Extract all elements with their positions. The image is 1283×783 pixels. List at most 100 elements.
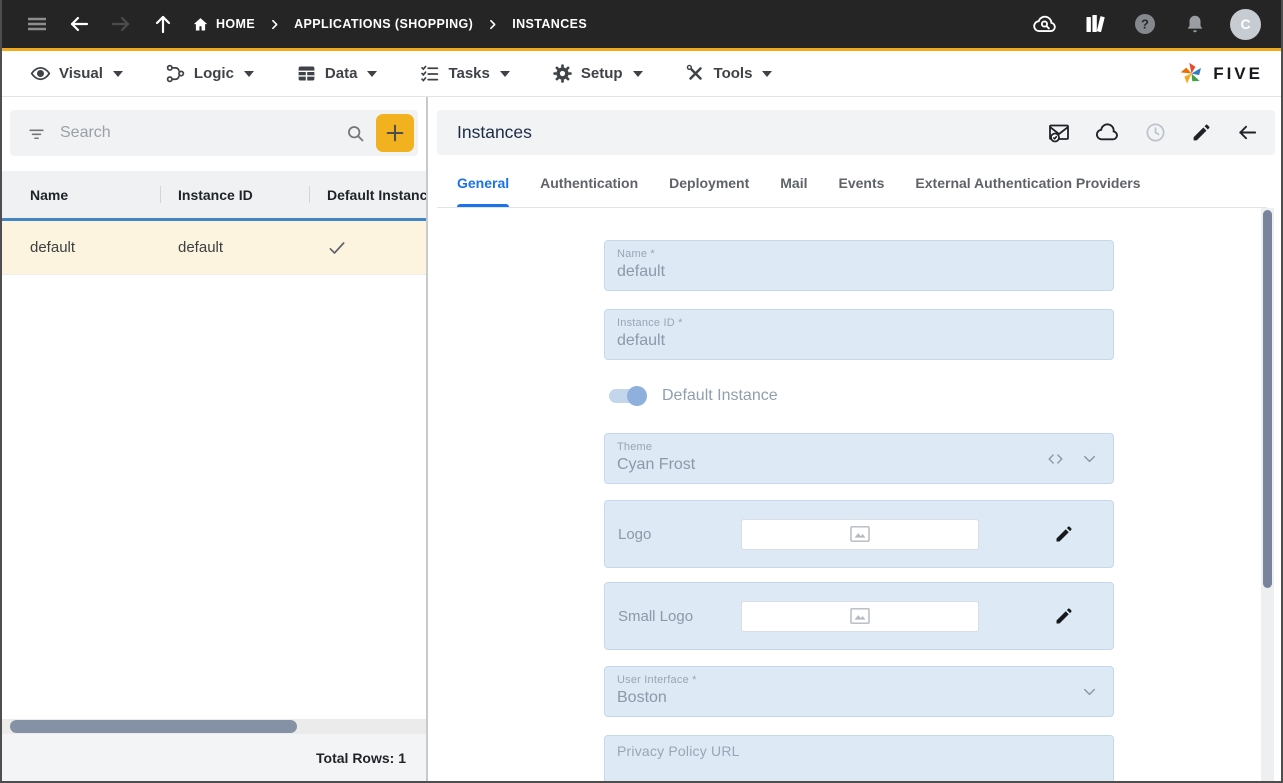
default-instance-toggle-row: Default Instance — [604, 383, 1114, 409]
tools-icon — [685, 63, 706, 84]
image-placeholder-icon — [849, 525, 871, 543]
toggle-knob — [627, 386, 647, 406]
search-bar — [10, 110, 418, 156]
menu-data[interactable]: Data — [296, 63, 378, 84]
instance-id-field[interactable]: Instance ID * default — [604, 309, 1114, 360]
search-input[interactable] — [60, 124, 345, 142]
edit-icon[interactable] — [1191, 122, 1212, 143]
menu-visual[interactable]: Visual — [30, 63, 123, 84]
vertical-scrollbar-thumb[interactable] — [1263, 210, 1272, 588]
theme-field[interactable]: Theme Cyan Frost — [604, 433, 1114, 484]
caret-down-icon — [367, 70, 378, 77]
tab-bar: General Authentication Deployment Mail E… — [437, 159, 1267, 208]
cloud-icon[interactable] — [1095, 120, 1120, 145]
search-icon[interactable] — [345, 123, 366, 144]
brand-wordmark: FIVE — [1213, 63, 1263, 83]
theme-field-label: Theme — [617, 441, 653, 453]
bell-icon[interactable] — [1180, 9, 1210, 39]
tab-events[interactable]: Events — [839, 159, 885, 207]
library-icon[interactable] — [1080, 9, 1110, 39]
caret-down-icon — [112, 70, 123, 77]
table-row[interactable]: default default — [2, 221, 426, 275]
vertical-scrollbar[interactable] — [1261, 208, 1274, 781]
code-icon[interactable] — [1046, 449, 1065, 468]
name-field-label: Name * — [617, 248, 655, 260]
small-logo-field: Small Logo — [604, 582, 1114, 650]
user-interface-field-value: Boston — [617, 689, 667, 706]
user-interface-field[interactable]: User Interface * Boston — [604, 666, 1114, 717]
caret-down-icon — [499, 70, 510, 77]
breadcrumb-applications[interactable]: APPLICATIONS (SHOPPING) — [294, 17, 473, 31]
menubar: Visual Logic Data Tasks Setup Tools FIVE — [2, 51, 1281, 97]
logo-edit-icon[interactable] — [1054, 524, 1074, 544]
menu-logic[interactable]: Logic — [165, 63, 254, 84]
menu-setup-label: Setup — [580, 65, 623, 82]
forward-icon[interactable] — [106, 9, 136, 39]
five-pinwheel-icon — [1178, 60, 1205, 87]
table-header: Name Instance ID Default Instance — [2, 171, 426, 221]
tab-mail[interactable]: Mail — [780, 159, 807, 207]
instance-id-field-value: default — [617, 332, 666, 349]
avatar[interactable]: C — [1230, 8, 1261, 40]
list-footer: Total Rows: 1 — [2, 734, 426, 781]
horizontal-scrollbar-thumb[interactable] — [10, 720, 297, 733]
arrow-left-icon[interactable] — [1236, 121, 1259, 144]
tab-authentication[interactable]: Authentication — [540, 159, 638, 207]
history-icon — [1144, 121, 1167, 144]
eye-icon — [30, 63, 51, 84]
cloud-search-icon[interactable] — [1030, 9, 1060, 39]
help-icon[interactable]: ? — [1130, 9, 1160, 39]
menu-data-label: Data — [324, 65, 358, 82]
detail-header: Instances — [437, 110, 1275, 155]
add-record-button[interactable] — [376, 114, 414, 152]
menu-tasks[interactable]: Tasks — [419, 63, 510, 84]
mail-check-icon[interactable] — [1047, 121, 1071, 145]
list-empty-area — [2, 275, 426, 719]
filter-icon[interactable] — [27, 124, 46, 143]
breadcrumb-home[interactable]: HOME — [192, 16, 255, 33]
default-instance-label: Default Instance — [662, 387, 778, 404]
up-icon[interactable] — [148, 9, 178, 39]
menu-tasks-label: Tasks — [448, 65, 490, 82]
detail-panel: Instances General Authentication Deploym… — [428, 97, 1281, 781]
topbar: HOME APPLICATIONS (SHOPPING) INSTANCES ?… — [2, 0, 1281, 51]
user-interface-field-label: User Interface * — [617, 674, 697, 686]
checkmark-icon — [309, 238, 426, 258]
logo-upload-box[interactable] — [741, 518, 979, 550]
menu-logic-label: Logic — [193, 65, 234, 82]
content-area: Name Instance ID Default Instance defaul… — [2, 97, 1281, 781]
menu-tools-label: Tools — [713, 65, 753, 82]
table-icon — [296, 63, 317, 84]
back-icon[interactable] — [64, 9, 94, 39]
name-field-value: default — [617, 263, 666, 280]
menu-tools[interactable]: Tools — [685, 63, 773, 84]
checklist-icon — [419, 63, 440, 84]
hamburger-icon[interactable] — [22, 9, 52, 39]
instance-id-field-label: Instance ID * — [617, 317, 683, 329]
default-instance-toggle[interactable] — [609, 386, 647, 406]
chevron-down-icon[interactable] — [1080, 449, 1099, 468]
tab-general[interactable]: General — [457, 159, 510, 207]
tab-deployment[interactable]: Deployment — [669, 159, 749, 207]
privacy-policy-url-label: Privacy Policy URL — [617, 743, 740, 759]
horizontal-scrollbar[interactable] — [2, 719, 426, 734]
chevron-right-icon — [486, 18, 499, 31]
tab-external-auth-providers[interactable]: External Authentication Providers — [915, 159, 1140, 207]
caret-down-icon — [243, 70, 254, 77]
brand-logo: FIVE — [1178, 60, 1263, 87]
chevron-down-icon[interactable] — [1080, 682, 1099, 701]
page-title: Instances — [457, 122, 532, 142]
menu-setup[interactable]: Setup — [552, 63, 643, 84]
logo-field: Logo — [604, 500, 1114, 568]
name-field[interactable]: Name * default — [604, 240, 1114, 291]
breadcrumb-instances[interactable]: INSTANCES — [512, 17, 587, 31]
total-rows-label: Total Rows: 1 — [316, 749, 406, 766]
small-logo-upload-box[interactable] — [741, 600, 979, 632]
privacy-policy-url-field[interactable]: Privacy Policy URL — [604, 735, 1114, 781]
home-icon — [192, 16, 209, 33]
small-logo-edit-icon[interactable] — [1054, 606, 1074, 626]
column-header-name[interactable]: Name — [2, 171, 160, 218]
column-header-default-instance[interactable]: Default Instance — [309, 171, 426, 218]
column-header-instance-id[interactable]: Instance ID — [160, 171, 309, 218]
menu-visual-label: Visual — [59, 65, 103, 82]
